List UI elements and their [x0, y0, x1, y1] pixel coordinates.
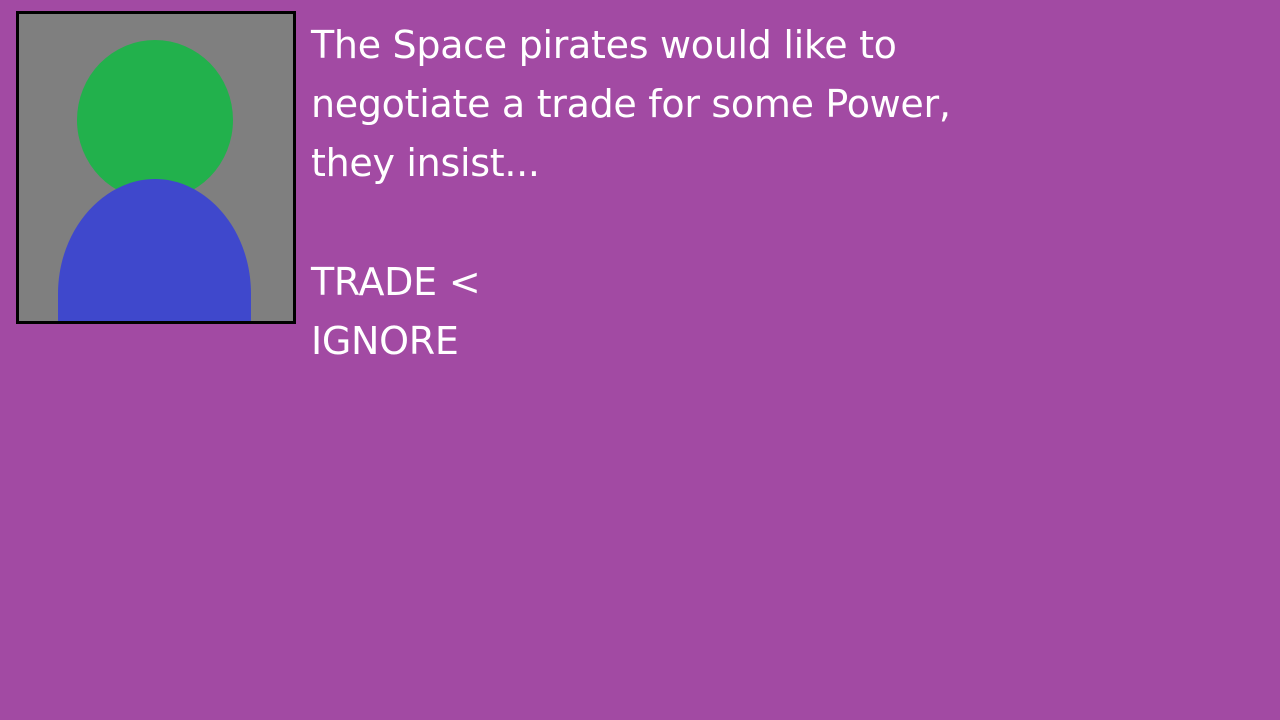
npc-avatar-icon [58, 40, 251, 321]
avatar-head [77, 40, 233, 200]
dialog-line: negotiate a trade for some Power, [311, 82, 951, 126]
option-trade[interactable]: TRADE < [311, 253, 481, 312]
selection-cursor: < [448, 260, 481, 304]
option-ignore[interactable]: IGNORE [311, 312, 480, 371]
game-screen: The Space pirates would like to negotiat… [0, 0, 1280, 720]
dialog-line: they insist... [311, 141, 540, 185]
dialog-line: The Space pirates would like to [311, 23, 897, 67]
dialog-text: The Space pirates would like to negotiat… [311, 16, 1011, 193]
character-portrait [16, 11, 296, 324]
option-label: IGNORE [311, 319, 459, 363]
avatar-body [58, 179, 251, 321]
option-label: TRADE [311, 260, 437, 304]
choice-menu: TRADE < IGNORE [311, 253, 481, 371]
